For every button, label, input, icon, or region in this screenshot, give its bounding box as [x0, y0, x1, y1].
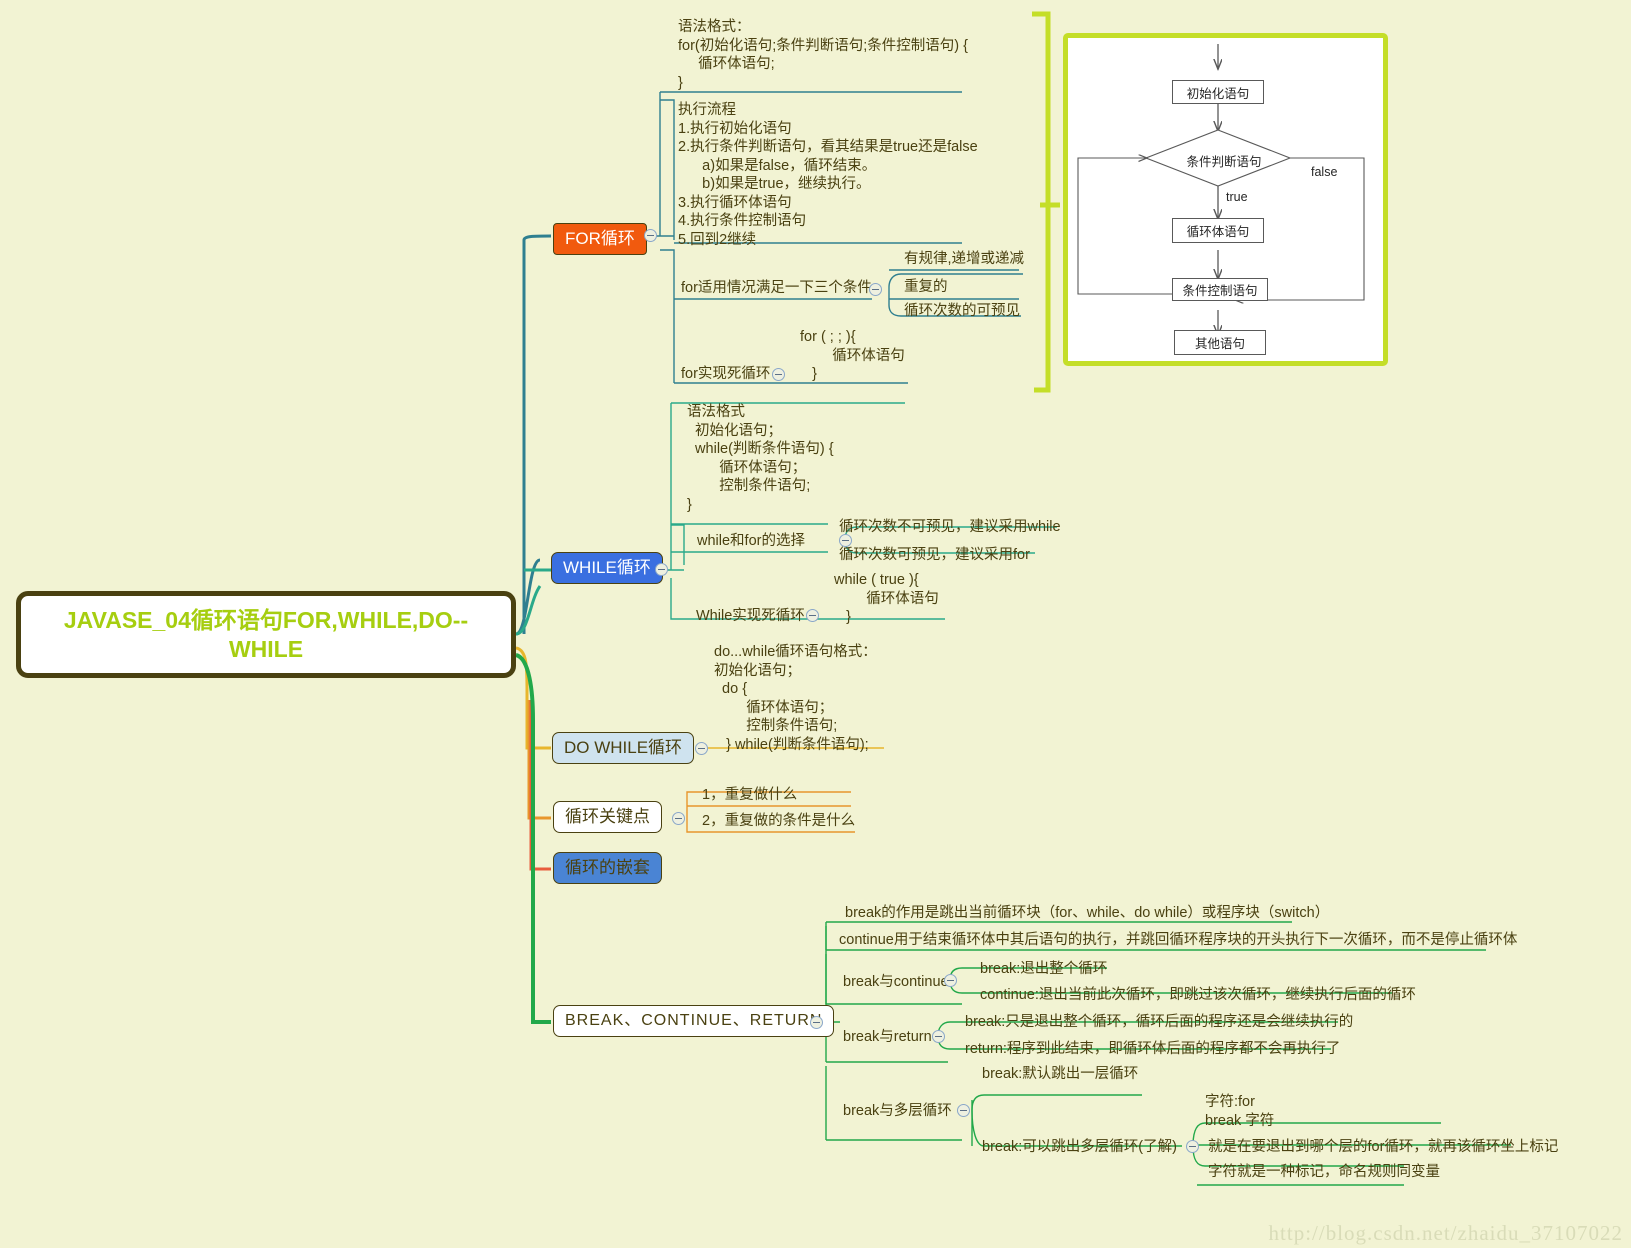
topic-nested-loops-label: 循环的嵌套 [565, 858, 650, 877]
topic-for[interactable]: FOR循环 [553, 223, 647, 255]
mindmap-canvas: JAVASE_04循环语句FOR,WHILE,DO--WHILE FOR循环 W… [0, 0, 1631, 1248]
for-dead-loop-label[interactable]: for实现死循环 [676, 363, 775, 387]
toggle-break-multi-loop-detail[interactable] [1186, 1140, 1199, 1153]
root-label: JAVASE_04循环语句FOR,WHILE,DO--WHILE [63, 606, 469, 662]
for-conditions-label[interactable]: for适用情况满足一下三个条件 [676, 277, 877, 301]
toggle-do-while[interactable] [695, 742, 708, 755]
toggle-break-continue-return[interactable] [810, 1016, 823, 1029]
toggle-key-points[interactable] [672, 812, 685, 825]
toggle-while-dead-loop[interactable] [806, 609, 819, 622]
do-while-syntax-note: do...while循环语句格式： 初始化语句； do { 循环体语句； 控制条… [714, 644, 877, 753]
topic-key-points-label: 循环关键点 [565, 807, 650, 826]
bcr-break-return-item-1[interactable]: break:只是退出整个循环，循环后面的程序还是会继续执行的 [960, 1011, 1358, 1035]
topic-do-while-label: DO WHILE循环 [564, 738, 683, 757]
for-condition-1[interactable]: 有规律,递增或递减 [899, 248, 1029, 272]
for-condition-3[interactable]: 循环次数的可预见 [899, 300, 1025, 324]
while-dead-loop-code: while ( true ){ 循环体语句 } [834, 572, 939, 625]
while-choice-2[interactable]: 循环次数可预见，建议采用for [834, 544, 1035, 568]
bcr-group-break-return-label[interactable]: break与return [838, 1026, 937, 1050]
flow-node-other: 其他语句 [1174, 330, 1266, 355]
key-point-2[interactable]: 2，重复做的条件是什么 [697, 810, 860, 834]
topic-do-while[interactable]: DO WHILE循环 [552, 732, 695, 764]
toggle-while[interactable] [655, 563, 668, 576]
flow-node-body: 循环体语句 [1172, 218, 1264, 243]
flow-node-init: 初始化语句 [1172, 80, 1264, 104]
toggle-for-dead-loop[interactable] [772, 368, 785, 381]
root-node[interactable]: JAVASE_04循环语句FOR,WHILE,DO--WHILE [16, 591, 516, 678]
while-choice-1[interactable]: 循环次数不可预见，建议采用while [834, 516, 1066, 540]
for-syntax-note: 语法格式： for(初始化语句;条件判断语句;条件控制语句) { 循环体语句; … [678, 19, 969, 91]
topic-while-label: WHILE循环 [563, 558, 651, 577]
bcr-multi-loop-detail-2[interactable]: 字符就是一种标记，命名规则同变量 [1203, 1161, 1445, 1185]
bcr-note-continue[interactable]: continue用于结束循环体中其后语句的执行，并跳回循环程序块的开头执行下一次… [834, 929, 1522, 953]
topic-break-continue-return-label: BREAK、CONTINUE、RETURN [565, 1012, 823, 1029]
toggle-break-return[interactable] [932, 1030, 945, 1043]
bcr-multi-loop-item-1[interactable]: break:默认跳出一层循环 [977, 1063, 1143, 1087]
topic-while[interactable]: WHILE循环 [551, 552, 663, 584]
flow-label-true: true [1226, 190, 1248, 204]
for-condition-2[interactable]: 重复的 [899, 276, 953, 300]
bcr-break-continue-item-1[interactable]: break:退出整个循环 [975, 958, 1112, 982]
key-point-1[interactable]: 1，重复做什么 [697, 784, 802, 808]
bcr-break-continue-item-2[interactable]: continue:退出当前此次循环，即跳过该次循环，继续执行后面的循环 [975, 984, 1421, 1008]
while-syntax-note: 语法格式 初始化语句； while(判断条件语句) { 循环体语句； 控制条件语… [687, 404, 834, 513]
toggle-for-conditions[interactable] [869, 283, 882, 296]
flow-node-control: 条件控制语句 [1172, 278, 1268, 301]
bcr-break-return-item-2[interactable]: return:程序到此结束，即循环体后面的程序都不会再执行了 [960, 1038, 1345, 1062]
for-flowchart-panel: 初始化语句 条件判断语句 false true 循环体语句 条件控制语句 其他语… [1063, 33, 1388, 366]
flow-node-condition: 条件判断语句 [1186, 155, 1262, 169]
toggle-break-multi-loop[interactable] [957, 1104, 970, 1117]
toggle-for[interactable] [644, 229, 657, 242]
toggle-break-continue[interactable] [944, 974, 957, 987]
for-flow-note: 执行流程 1.执行初始化语句 2.执行条件判断语句，看其结果是true还是fal… [678, 102, 978, 248]
while-dead-loop-label[interactable]: While实现死循环 [691, 605, 810, 629]
bcr-multi-loop-marker-note: 字符:for break 字符 [1205, 1094, 1275, 1129]
for-dead-loop-code: for ( ; ; ){ 循环体语句 } [800, 329, 905, 382]
topic-break-continue-return[interactable]: BREAK、CONTINUE、RETURN [553, 1005, 835, 1037]
watermark: http://blog.csdn.net/zhaidu_37107022 [1268, 1221, 1623, 1245]
bcr-group-multi-loop-label[interactable]: break与多层循环 [838, 1100, 957, 1124]
topic-key-points[interactable]: 循环关键点 [553, 801, 662, 833]
bcr-multi-loop-item-2[interactable]: break:可以跳出多层循环(了解) [977, 1136, 1182, 1160]
while-vs-for-label[interactable]: while和for的选择 [692, 530, 810, 554]
bcr-multi-loop-detail-1[interactable]: 就是在要退出到哪个层的for循环，就再该循环坐上标记 [1203, 1136, 1563, 1160]
topic-nested-loops[interactable]: 循环的嵌套 [553, 852, 662, 884]
bcr-note-break[interactable]: break的作用是跳出当前循环块（for、while、do while）或程序块… [840, 902, 1334, 926]
bcr-group-break-continue-label[interactable]: break与continue [838, 971, 954, 995]
topic-for-label: FOR循环 [565, 229, 635, 248]
flow-label-false: false [1311, 165, 1338, 179]
